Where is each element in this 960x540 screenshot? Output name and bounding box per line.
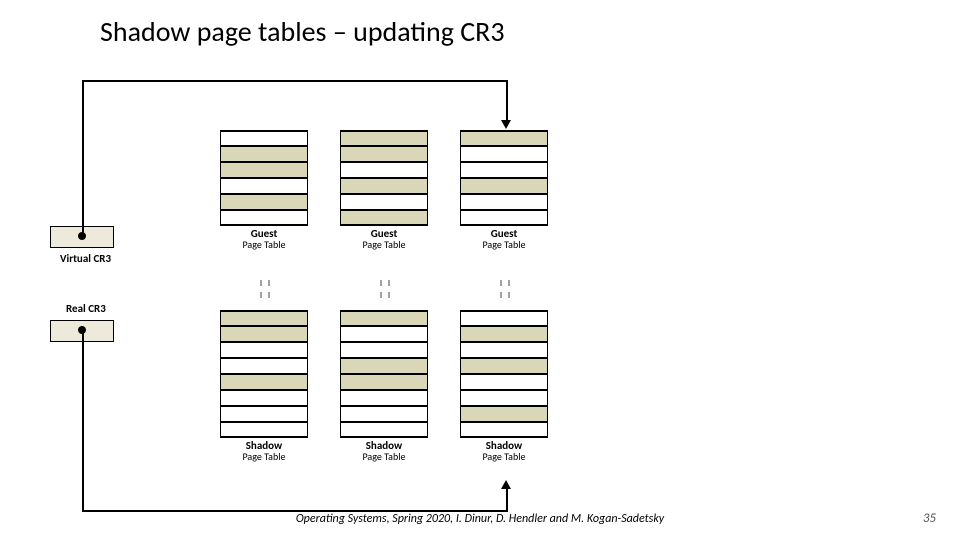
guest-table-1: Guest Page Table [340,130,428,250]
table-row [340,326,428,342]
table-row [220,162,308,178]
guest-sublabel: Page Table [340,240,428,250]
table-row [220,358,308,374]
table-row [340,342,428,358]
table-row [220,406,308,422]
shadow-table-1: Shadow Page Table [340,310,428,462]
guest-table-0: Guest Page Table [220,130,308,250]
table-row [460,146,548,162]
slide-title: Shadow page tables – updating CR3 [0,0,960,49]
table-row [460,390,548,406]
dashed-connector [260,280,262,298]
table-row [460,406,548,422]
table-row [460,374,548,390]
diagram-area: Virtual CR3 Real CR3 Guest Page Table Gu… [140,70,640,490]
table-row [340,374,428,390]
table-row [460,310,548,326]
table-row [220,310,308,326]
table-row [460,194,548,210]
vcr3-arrowhead [501,120,511,129]
table-row [220,146,308,162]
table-row [340,162,428,178]
vcr3-arrow-v2 [506,80,508,122]
table-row [340,406,428,422]
guest-sublabel: Page Table [460,240,548,250]
virtual-cr3-label: Virtual CR3 [60,252,111,265]
table-row [220,342,308,358]
footer-citation: Operating Systems, Spring 2020, I. Dinur… [0,512,960,526]
table-row [460,358,548,374]
real-cr3-label: Real CR3 [66,302,106,315]
table-row [340,422,428,438]
shadow-table-0: Shadow Page Table [220,310,308,462]
table-row [460,326,548,342]
dashed-connector [380,280,382,298]
table-row [460,422,548,438]
table-row [220,130,308,146]
vcr3-arrow-v1 [82,80,84,236]
table-row [220,178,308,194]
rcr3-arrow-v2 [506,488,508,512]
table-row [460,210,548,226]
table-row [460,178,548,194]
table-row [340,210,428,226]
shadow-sublabel: Page Table [340,452,428,462]
page-number: 35 [923,511,936,526]
table-row [340,358,428,374]
guest-table-2: Guest Page Table [460,130,548,250]
table-row [460,162,548,178]
table-row [340,310,428,326]
rcr3-arrow-v1 [82,330,84,512]
shadow-sublabel: Page Table [220,452,308,462]
dashed-connector [500,280,502,298]
dashed-connector [388,280,390,298]
table-row [220,374,308,390]
table-row [460,342,548,358]
table-row [340,390,428,406]
vcr3-arrow-h [82,80,508,82]
dashed-connector [268,280,270,298]
table-row [220,390,308,406]
table-row [340,178,428,194]
dashed-connector [508,280,510,298]
rcr3-arrowhead [501,480,511,489]
table-row [340,130,428,146]
table-row [220,210,308,226]
table-row [460,130,548,146]
table-row [340,194,428,210]
shadow-table-2: Shadow Page Table [460,310,548,462]
table-row [340,146,428,162]
shadow-sublabel: Page Table [460,452,548,462]
table-row [220,422,308,438]
guest-sublabel: Page Table [220,240,308,250]
table-row [220,194,308,210]
table-row [220,326,308,342]
